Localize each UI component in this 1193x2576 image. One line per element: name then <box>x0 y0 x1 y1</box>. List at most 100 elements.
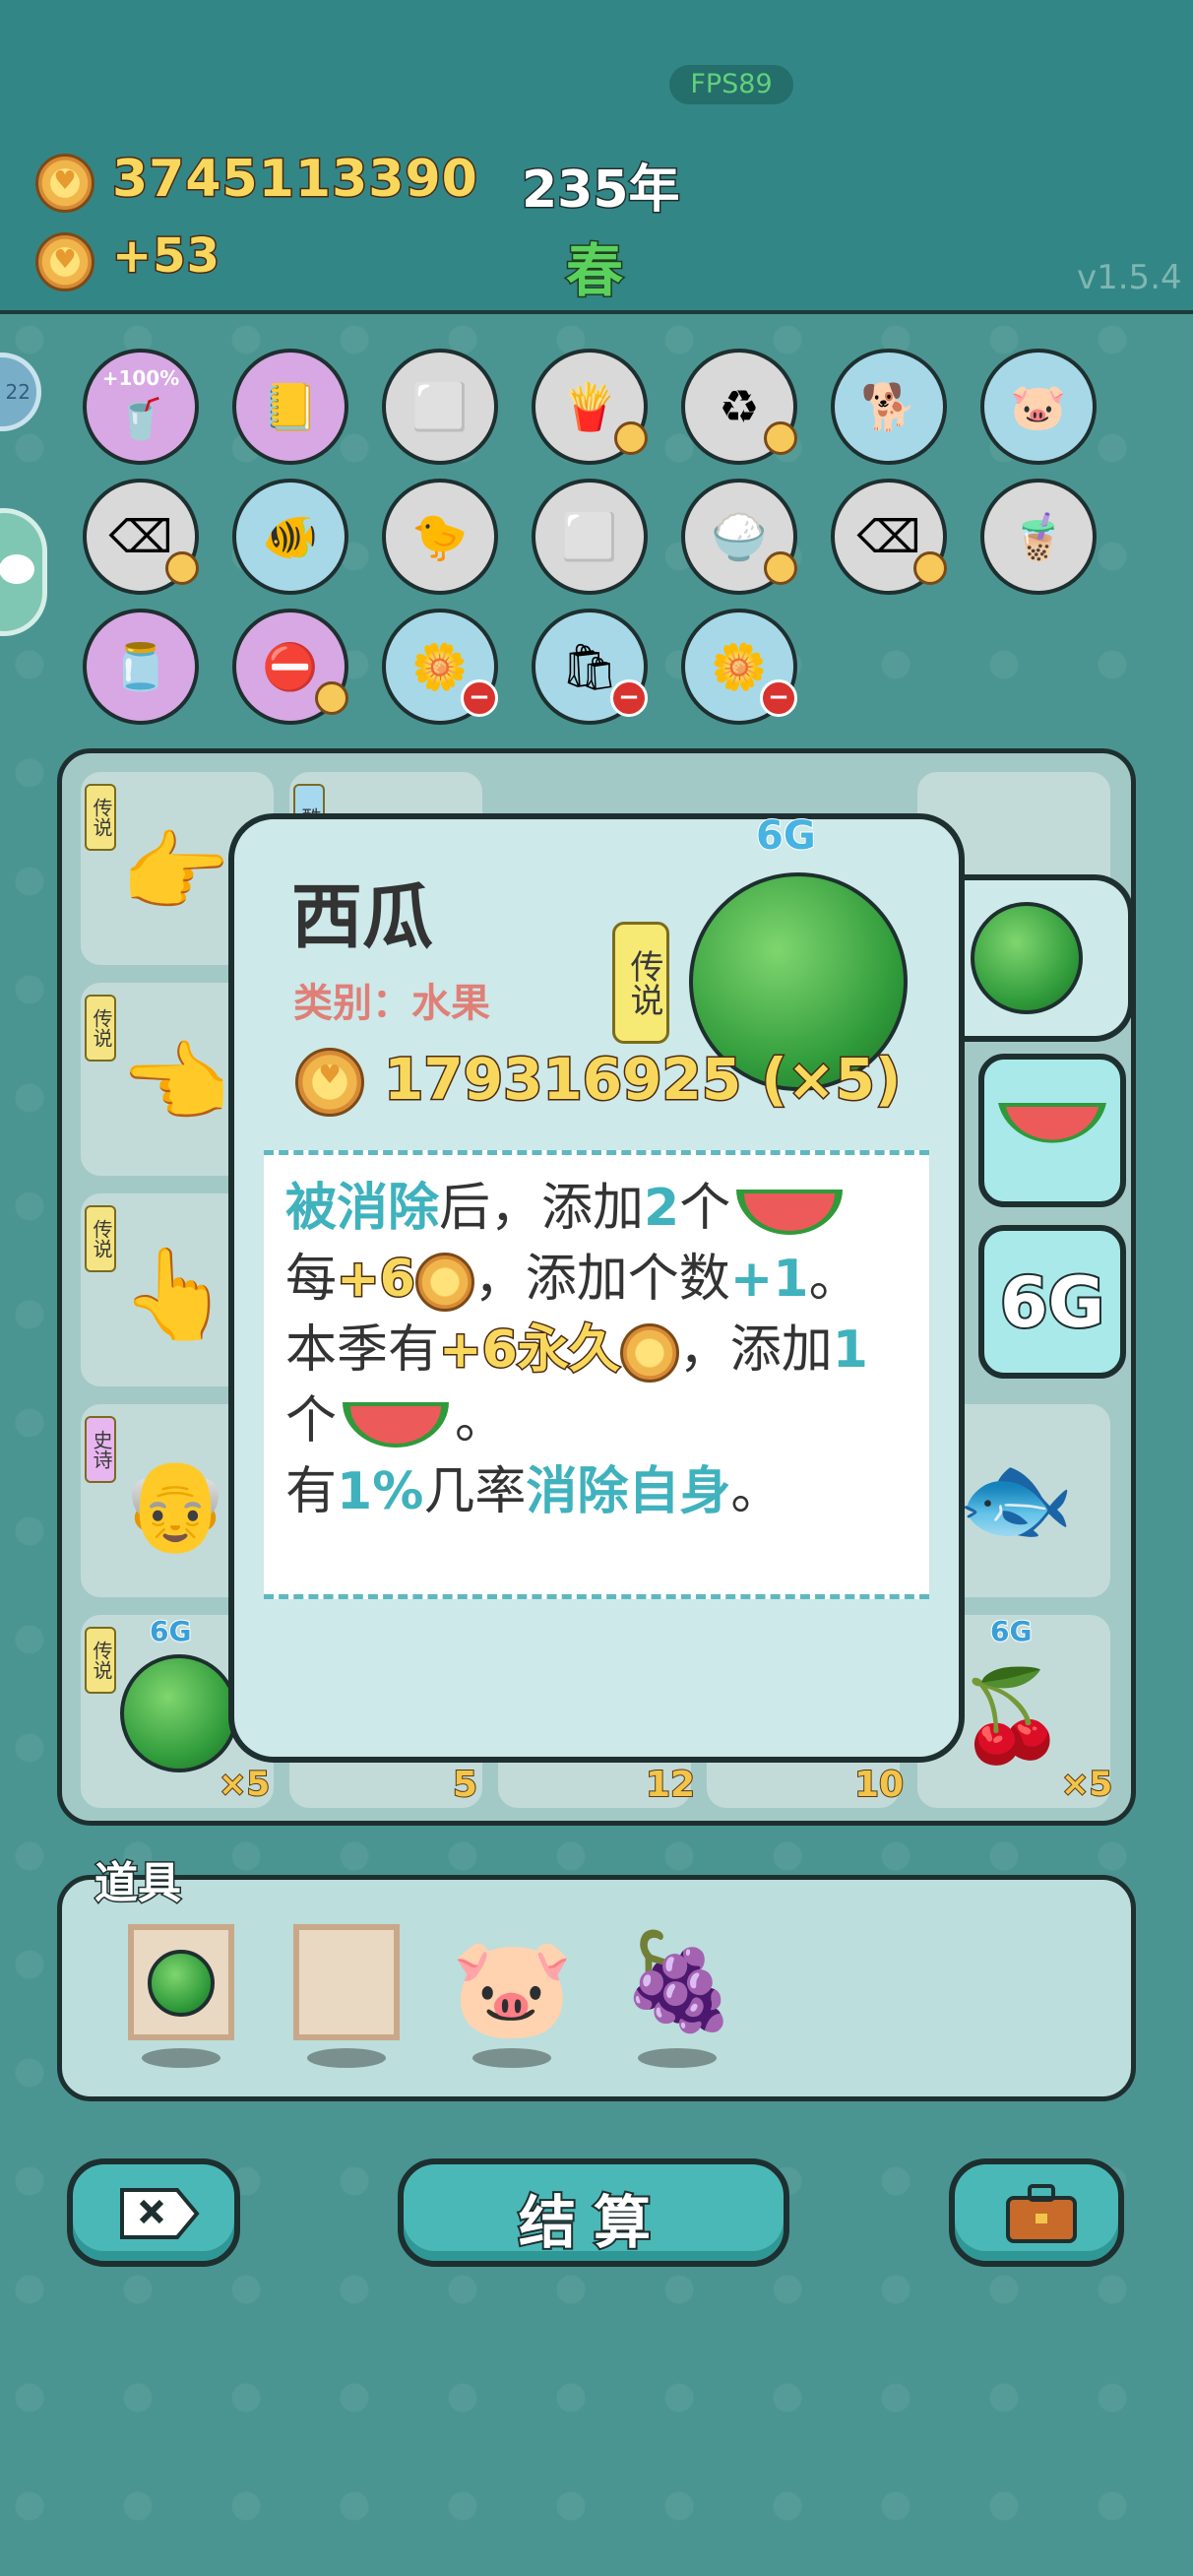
year-label: 235年 <box>521 160 682 222</box>
icon-piggy[interactable]: 🐷 <box>980 349 1097 465</box>
side-card-watermelon-slice[interactable] <box>978 1054 1126 1207</box>
desc-text: ，添加 <box>678 1320 833 1380</box>
coin-icon <box>35 232 94 291</box>
season-label: 春 <box>564 236 624 306</box>
tool-shadow <box>307 2048 386 2068</box>
icon-jar[interactable]: 🫙 <box>83 609 199 725</box>
tool-frame-watermelon[interactable] <box>128 1924 234 2040</box>
desc-text: 个 <box>679 1179 731 1238</box>
heart-badge-icon <box>764 551 797 585</box>
bayberry-icon[interactable]: 🍇 <box>620 1926 738 2037</box>
chick-icon: 🐤 <box>411 509 469 563</box>
pointing-hand-icon: 👈 <box>120 1032 231 1135</box>
farmer-icon: 👴 <box>120 1453 231 1557</box>
icon-egg-tray[interactable]: ⬜ <box>382 349 498 465</box>
minus-badge-icon: − <box>760 679 797 717</box>
coin-icon <box>35 154 94 213</box>
cell-count: ×5 <box>218 1764 271 1805</box>
no-entry-icon: ⛔ <box>262 639 319 693</box>
icon-bubble-tea[interactable]: 🧋 <box>980 479 1097 595</box>
tool-frame-empty[interactable] <box>293 1924 400 2040</box>
desc-number: 1 <box>832 1320 868 1380</box>
heart-badge-icon <box>764 421 797 455</box>
pointing-hand-icon: 👉 <box>120 821 231 925</box>
dog-icon: 🐕 <box>860 379 917 433</box>
cup-icon: 🥤 <box>116 396 165 442</box>
popup-6g-label: 6G <box>755 812 817 860</box>
desc-text: ，添加个数 <box>473 1250 730 1309</box>
inventory-button[interactable] <box>949 2158 1124 2267</box>
icon-flower-pot[interactable]: 🌼 − <box>382 609 498 725</box>
icon-chick[interactable]: 🐤 <box>382 479 498 595</box>
heart-badge-icon <box>614 421 648 455</box>
egg-tray-icon: ⬜ <box>561 509 618 563</box>
top-hud: FPS89 3745113390 +53 235年 春 v1.5.4 <box>0 0 1193 314</box>
icon-flower-pot-2[interactable]: 🌼 − <box>681 609 797 725</box>
icon-cool-dog[interactable]: 🐕 <box>831 349 947 465</box>
version-label: v1.5.4 <box>1077 258 1182 297</box>
fries-icon: 🍟 <box>561 379 618 433</box>
pointing-hand-icon: 👆 <box>120 1243 231 1346</box>
desc-number: 1% <box>337 1462 424 1521</box>
book-icon: 📒 <box>262 379 319 433</box>
watermelon-slice-icon <box>337 1396 455 1451</box>
side-timer-count: 22 <box>5 380 31 404</box>
side-card-6g[interactable]: 6G <box>978 1225 1126 1379</box>
tools-label: 道具 <box>94 1857 183 1910</box>
icon-no-sign[interactable]: ⛔ <box>232 609 348 725</box>
fps-counter: FPS89 <box>669 65 793 104</box>
desc-text: 几率 <box>423 1462 527 1521</box>
side-6g-label: 6G <box>998 1260 1106 1345</box>
rarity-tag-legend: 传说 <box>85 784 116 851</box>
tool-shadow <box>638 2048 717 2068</box>
popup-rarity-tag: 传说 <box>612 922 669 1044</box>
desc-text: 。 <box>730 1462 783 1521</box>
coin-income: +53 <box>110 227 221 286</box>
icon-doubler-cup[interactable]: +100% 🥤 <box>83 349 199 465</box>
icon-pink-book[interactable]: 📒 <box>232 349 348 465</box>
desc-text: 后，添加 <box>439 1179 645 1238</box>
cell-count: 12 <box>645 1764 696 1806</box>
piggy-bank-icon: 🐷 <box>1010 379 1067 433</box>
rarity-tag-legend: 传说 <box>85 995 116 1062</box>
icon-sack[interactable]: 🛍 − <box>532 609 648 725</box>
desc-line: 个。 <box>285 1385 908 1456</box>
watermelon-icon <box>120 1654 238 1772</box>
rice-bowl-icon: 🍚 <box>711 509 768 563</box>
cell-6g-label: 6G <box>149 1614 192 1648</box>
coin-icon <box>414 1253 474 1312</box>
doubler-percent: +100% <box>101 366 180 390</box>
heart-badge-icon <box>315 681 348 715</box>
bubble-tea-icon: 🧋 <box>1010 509 1067 563</box>
icon-rice-bowl[interactable]: 🍚 <box>681 479 797 595</box>
desc-text: 本季有 <box>285 1320 440 1380</box>
sack-icon: 🛍 <box>560 639 619 693</box>
desc-text: 每 <box>285 1250 338 1309</box>
popup-description: 被消除后，添加2个 每+6 ，添加个数+1。 本季有+6永久 ，添加1 个。 有1%… <box>264 1150 929 1599</box>
icon-remove-tag[interactable]: ⌫ <box>83 479 199 595</box>
coin-icon <box>295 1048 364 1117</box>
remove-button[interactable] <box>67 2158 240 2267</box>
desc-number: 2 <box>644 1179 680 1238</box>
desc-line: 被消除后，添加2个 <box>285 1173 908 1244</box>
longan-icon: 🍒 <box>957 1664 1068 1768</box>
desc-bonus: +6永久 <box>438 1320 622 1382</box>
popup-value: 179316925 (×5) <box>382 1045 902 1115</box>
desc-text: 有 <box>285 1462 338 1521</box>
piggy-bank-icon[interactable]: 🐷 <box>451 1930 574 2046</box>
rarity-tag-legend: 传说 <box>85 1205 116 1272</box>
icon-recycle[interactable]: ♻ <box>681 349 797 465</box>
popup-category: 类别：水果 <box>293 981 490 1026</box>
flower-pot-icon: 🌼 <box>411 639 469 693</box>
rarity-tag-legend: 传说 <box>85 1627 116 1694</box>
cell-count: 10 <box>853 1764 905 1806</box>
icon-remove-tag-2[interactable]: ⌫ <box>831 479 947 595</box>
popup-tab <box>945 874 1134 1042</box>
settle-button[interactable]: 结算 <box>398 2158 789 2267</box>
tool-shadow <box>472 2048 551 2068</box>
icon-egg-tray-2[interactable]: ⬜ <box>532 479 648 595</box>
icon-fries[interactable]: 🍟 <box>532 349 648 465</box>
minus-badge-icon: − <box>610 679 648 717</box>
remove-tag-icon <box>120 2188 200 2239</box>
icon-fishbowl[interactable]: 🐠 <box>232 479 348 595</box>
